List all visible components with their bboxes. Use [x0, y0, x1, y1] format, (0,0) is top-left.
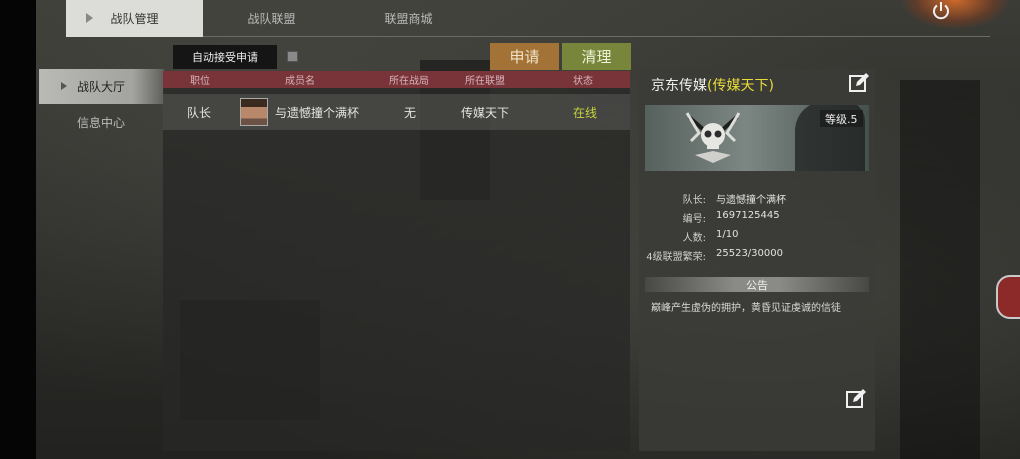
- edit-icon[interactable]: [848, 72, 870, 94]
- power-icon[interactable]: [930, 0, 952, 22]
- team-level-badge: 等级.5: [820, 110, 863, 127]
- cell-league: 传媒天下: [461, 105, 510, 120]
- table-row[interactable]: 队长 与遗憾撞个满杯 无 传媒天下 在线: [163, 94, 630, 130]
- background-ruin: [900, 80, 980, 459]
- info-value-prosperity: 25523/30000: [716, 248, 783, 259]
- team-title: 京东传媒(传媒天下): [651, 75, 774, 95]
- clean-button[interactable]: 清理: [562, 43, 631, 70]
- info-label-leader: 队长:: [682, 195, 706, 206]
- tab-team-management[interactable]: 战队管理: [66, 0, 203, 37]
- screen-bezel: [0, 0, 36, 459]
- column-header-league: 所在联盟: [465, 76, 505, 87]
- team-league: (传媒天下): [707, 78, 774, 94]
- column-header-position: 职位: [190, 76, 210, 87]
- cell-position: 队长: [187, 105, 212, 120]
- tab-team-alliance[interactable]: 战队联盟: [203, 0, 340, 37]
- tab-label: 战队联盟: [247, 12, 296, 26]
- cell-member-name: 与遗憾撞个满杯: [275, 105, 360, 120]
- column-header-status: 状态: [573, 76, 593, 87]
- tab-label: 联盟商城: [384, 12, 433, 26]
- info-label-id: 编号:: [682, 214, 706, 225]
- sidebar-item-label: 战队大厅: [77, 80, 126, 94]
- notice-title: 公告: [645, 277, 869, 292]
- floating-side-button[interactable]: [996, 275, 1020, 319]
- tab-label: 战队管理: [110, 12, 159, 26]
- info-value-members: 1/10: [716, 229, 739, 240]
- column-header-battle: 所在战局: [389, 76, 429, 87]
- table-header: 职位 成员名 所在战局 所在联盟 状态: [163, 71, 630, 88]
- team-name: 京东传媒: [651, 78, 707, 94]
- auto-accept-checkbox[interactable]: [287, 51, 298, 62]
- edit-notice-icon[interactable]: [845, 388, 867, 410]
- sidebar-item-label: 信息中心: [77, 116, 126, 130]
- column-header-member-name: 成员名: [285, 76, 315, 87]
- skull-emblem-icon: [685, 112, 741, 163]
- info-value-id: 1697125445: [716, 210, 780, 221]
- info-value-leader: 与遗憾撞个满杯: [716, 195, 786, 206]
- sidebar-item-team-hall[interactable]: 战队大厅: [39, 69, 164, 104]
- info-label-members: 人数:: [682, 233, 706, 244]
- sidebar-arrow-icon: [61, 82, 67, 90]
- notice-text: 巅峰产生虚伪的拥护，黄昏见证虔诚的信徒: [651, 303, 841, 314]
- cell-status: 在线: [573, 105, 598, 120]
- tab-arrow-icon: [86, 13, 93, 23]
- cell-battle: 无: [404, 105, 417, 120]
- sidebar-item-info-center[interactable]: 信息中心: [39, 105, 164, 140]
- tab-alliance-shop[interactable]: 联盟商城: [340, 0, 477, 37]
- auto-accept-label[interactable]: 自动接受申请: [173, 45, 277, 69]
- apply-button[interactable]: 申请: [490, 43, 559, 70]
- avatar[interactable]: [240, 98, 268, 126]
- info-label-prosperity: 4级联盟繁荣:: [646, 252, 706, 263]
